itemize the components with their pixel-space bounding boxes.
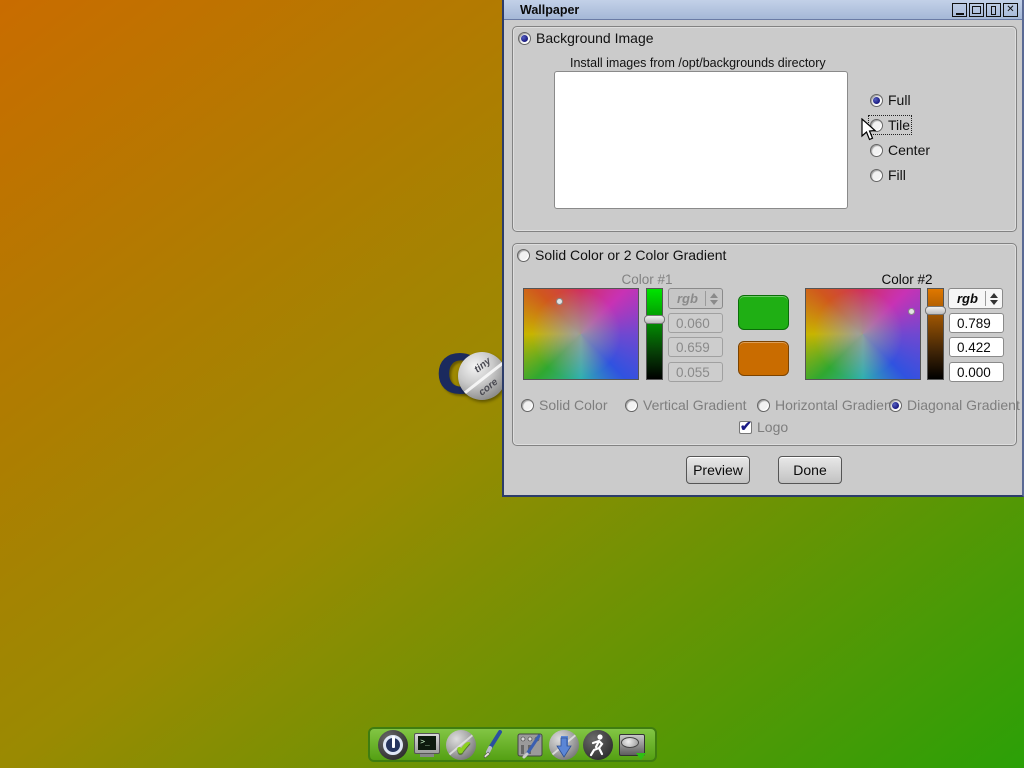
mode-tile-label: Tile [888, 117, 911, 133]
color2-picker-area[interactable] [805, 288, 921, 380]
style-diagonal-radio[interactable] [889, 398, 902, 412]
maximize-button[interactable] [969, 3, 984, 17]
desktop-background: C tiny core Wallpaper ✕ Background Image… [0, 0, 1024, 768]
shade-button[interactable] [986, 3, 1001, 17]
color2-picker-marker[interactable] [908, 308, 915, 315]
logo-checkbox-label: Logo [757, 419, 789, 435]
color2-value-slider[interactable] [925, 288, 946, 380]
mode-full-radio[interactable] [870, 93, 883, 107]
mode-fill-label: Fill [888, 167, 906, 183]
background-image-radio[interactable] [518, 31, 531, 45]
color1-title: Color #1 [621, 272, 673, 287]
logo-checkbox-row[interactable]: ✔ Logo [739, 418, 789, 435]
mode-center-label: Center [888, 142, 931, 158]
style-solid-radio[interactable] [521, 398, 534, 412]
style-vertical-radio[interactable] [625, 398, 638, 412]
mode-center-row[interactable]: Center [870, 142, 930, 158]
mode-fill-row[interactable]: Fill [870, 167, 906, 183]
window-title: Wallpaper [520, 3, 580, 17]
color2-title: Color #2 [881, 272, 933, 287]
color1-mode-select[interactable]: rgb [668, 288, 723, 309]
background-image-radio-row[interactable]: Background Image [518, 30, 654, 46]
tinycore-logo: C tiny core [436, 346, 506, 404]
color2-r-field[interactable] [949, 313, 1004, 333]
apps-check-icon[interactable]: ✔ [446, 729, 477, 760]
style-horizontal-radio[interactable] [757, 398, 770, 412]
mode-fill-radio[interactable] [870, 168, 883, 182]
solid-color-label: Solid Color or 2 Color Gradient [535, 247, 727, 263]
color2-swatch[interactable] [738, 341, 789, 376]
done-button[interactable]: Done [778, 456, 842, 484]
control-panel-icon[interactable] [515, 730, 545, 760]
mode-full-row[interactable]: Full [870, 92, 911, 108]
style-diagonal-label: Diagonal Gradient [907, 397, 1020, 413]
download-icon[interactable] [548, 729, 579, 760]
minimize-button[interactable] [952, 3, 967, 17]
style-vertical-label: Vertical Gradient [643, 397, 747, 413]
color1-picker-area[interactable] [523, 288, 639, 380]
color2-slider-handle[interactable] [925, 306, 946, 315]
color2-b-field[interactable] [949, 362, 1004, 382]
style-vertical-row[interactable]: Vertical Gradient [625, 397, 747, 413]
titlebar[interactable]: Wallpaper ✕ [504, 0, 1022, 20]
solid-color-radio[interactable] [517, 248, 530, 262]
color1-value-slider[interactable] [644, 288, 665, 380]
install-hint-label: Install images from /opt/backgrounds dir… [570, 56, 826, 70]
mount-disk-icon[interactable] [617, 730, 647, 760]
color2-g-field[interactable] [949, 337, 1004, 357]
color1-swatch[interactable] [738, 295, 789, 330]
run-icon[interactable] [582, 729, 613, 760]
color1-b-field[interactable] [668, 362, 723, 382]
tinycore-logo-sphere: tiny core [458, 352, 506, 400]
color2-mode-value: rgb [957, 291, 978, 306]
color1-r-field[interactable] [668, 313, 723, 333]
background-image-label: Background Image [536, 30, 654, 46]
color1-picker-marker[interactable] [556, 298, 563, 305]
style-diagonal-row[interactable]: Diagonal Gradient [889, 397, 1020, 413]
preview-button[interactable]: Preview [686, 456, 750, 484]
logo-checkbox[interactable]: ✔ [739, 418, 752, 434]
terminal-icon[interactable]: >_ [412, 730, 442, 760]
style-solid-label: Solid Color [539, 397, 608, 413]
mouse-cursor [861, 118, 877, 141]
color1-mode-spinner[interactable] [706, 292, 722, 305]
power-icon[interactable] [378, 729, 409, 760]
color1-slider-handle[interactable] [644, 315, 665, 324]
mode-full-label: Full [888, 92, 911, 108]
paintbrush-icon[interactable] [480, 729, 510, 760]
style-solid-row[interactable]: Solid Color [521, 397, 607, 413]
color2-mode-select[interactable]: rgb [948, 288, 1003, 309]
color1-mode-value: rgb [677, 291, 698, 306]
color1-g-field[interactable] [668, 337, 723, 357]
wallpaper-window: Wallpaper ✕ Background Image Install ima… [502, 0, 1024, 497]
mode-center-radio[interactable] [870, 143, 883, 157]
background-image-listbox[interactable] [554, 71, 848, 209]
style-horizontal-row[interactable]: Horizontal Gradient [757, 397, 896, 413]
solid-color-radio-row[interactable]: Solid Color or 2 Color Gradient [517, 247, 726, 263]
dock: >_ ✔ [368, 727, 657, 762]
style-horizontal-label: Horizontal Gradient [775, 397, 896, 413]
color2-mode-spinner[interactable] [986, 292, 1002, 305]
close-button[interactable]: ✕ [1003, 3, 1018, 17]
